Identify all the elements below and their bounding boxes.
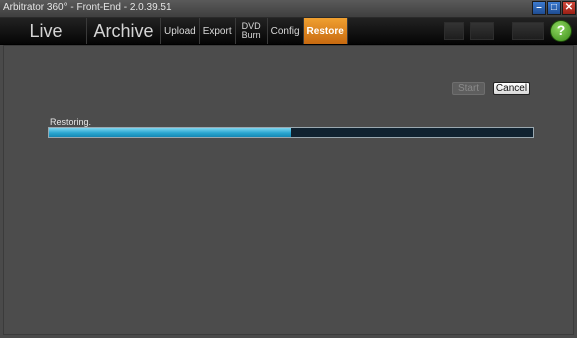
main-nav: Live Archive Upload Export DVD Burn Conf… — [0, 18, 577, 45]
tab-config[interactable]: Config — [268, 18, 304, 44]
tab-restore[interactable]: Restore — [303, 18, 348, 44]
start-button[interactable]: Start — [452, 82, 485, 95]
title-bar: Arbitrator 360° - Front-End - 2.0.39.51 … — [0, 0, 577, 18]
maximize-icon[interactable]: □ — [547, 1, 561, 15]
window-controls: – □ ✕ — [532, 1, 576, 15]
progress-fill — [49, 128, 291, 137]
layout-icon[interactable] — [444, 22, 464, 40]
tab-export[interactable]: Export — [200, 18, 236, 44]
restore-panel: Start Cancel Restoring. — [3, 45, 574, 335]
status-text: Restoring. — [50, 117, 92, 127]
window-title: Arbitrator 360° - Front-End - 2.0.39.51 — [3, 2, 172, 13]
tab-dvd-burn[interactable]: DVD Burn — [236, 18, 268, 44]
progress-bar — [48, 127, 534, 138]
app-window: Arbitrator 360° - Front-End - 2.0.39.51 … — [0, 0, 577, 338]
tab-upload[interactable]: Upload — [161, 18, 200, 44]
cancel-button[interactable]: Cancel — [493, 82, 530, 95]
help-icon[interactable]: ? — [550, 20, 572, 42]
layout-split-icon[interactable] — [470, 22, 494, 40]
blank-button[interactable] — [512, 22, 544, 40]
tab-archive[interactable]: Archive — [87, 18, 161, 44]
close-icon[interactable]: ✕ — [562, 1, 576, 15]
tab-live[interactable]: Live — [6, 18, 87, 44]
minimize-icon[interactable]: – — [532, 1, 546, 15]
tab-dvd-line2: Burn — [241, 30, 261, 40]
